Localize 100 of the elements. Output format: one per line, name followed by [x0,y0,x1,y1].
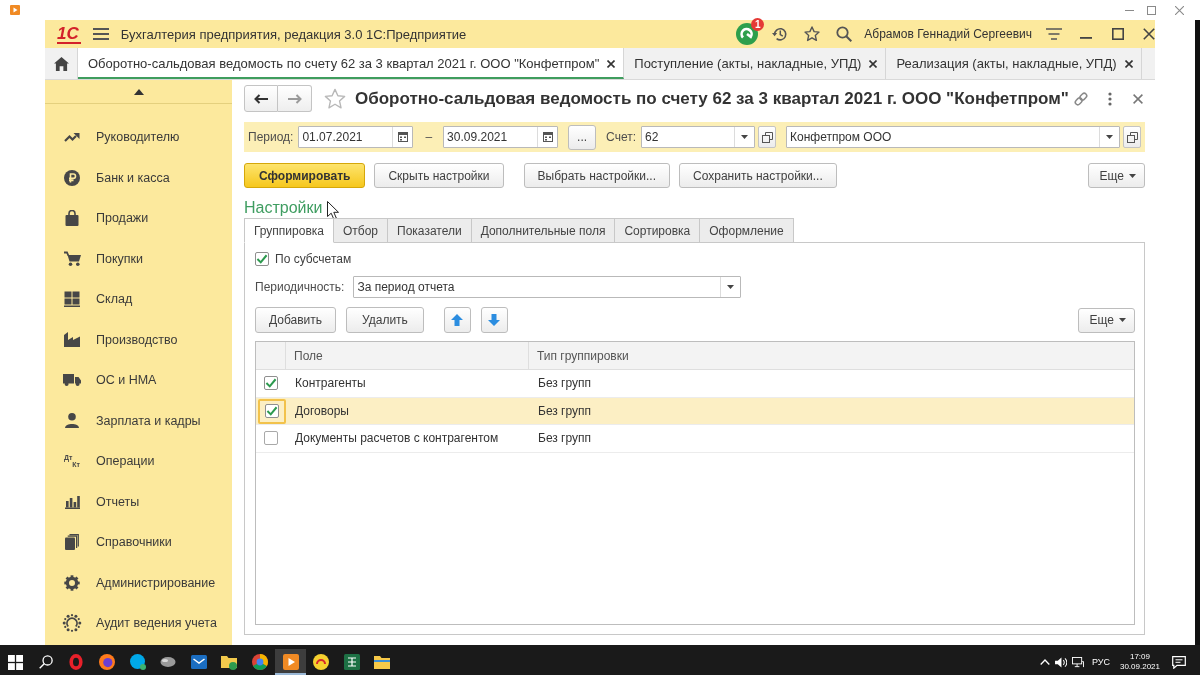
bubble-icon [129,654,146,670]
arrow-up-icon [451,314,464,326]
tab[interactable]: Дополнительные поля [471,218,616,243]
settings-button[interactable]: Скрыть настройки [374,163,504,188]
sidebar-item[interactable]: Справочники [45,522,232,563]
checkbox[interactable] [264,431,278,446]
tab[interactable]: Оборотно-сальдовая ведомость по счету 62 за 3 квартал 2021 г. ООО "Конфетпром" [78,48,625,79]
arrow-left-icon [254,93,268,104]
chevron-up-icon[interactable] [1039,659,1050,665]
settings-button[interactable]: Выбрать настройки... [523,163,670,188]
account-field[interactable]: 62 [641,126,755,148]
star-icon[interactable] [324,87,346,110]
column-header[interactable]: Тип группировки [529,342,1134,369]
calendar-icon [542,132,553,142]
window-title: Бухгалтерия предприятия, редакция 3.0 1С:Предприятие [120,26,467,42]
four-squares-icon[interactable] [7,654,23,670]
open-button[interactable] [1123,126,1141,148]
table-row[interactable]: Документы расчетов с контрагентом Без групп [256,425,1134,453]
sidebar-item[interactable]: Отчеты [45,481,232,522]
tab[interactable]: Отбор [334,218,389,243]
grid-icon [64,291,80,308]
maximize-icon[interactable] [1112,28,1124,40]
maximize-icon[interactable] [1147,5,1156,15]
tab[interactable]: Группировка [244,218,334,243]
column-header[interactable]: Поле [286,342,529,369]
clock-time[interactable]: 17:09 [1129,652,1150,662]
bag-icon [65,210,79,227]
search-icon[interactable] [836,26,853,42]
generate-button[interactable]: Сформировать [244,163,366,188]
more-button[interactable]: Еще [1077,307,1135,333]
caret-up-icon[interactable] [133,88,144,95]
sidebar-item[interactable]: Банк и касса [45,157,232,198]
checkbox-label[interactable]: По субсчетам [275,252,352,266]
close-icon[interactable] [607,59,616,68]
sidebar-item[interactable]: Аудит ведения учета [45,603,232,644]
table-command-button[interactable]: Удалить [346,307,424,333]
dotted-ring-icon [62,613,82,634]
tab[interactable]: Реализация (акты, накладные, УПД) [886,48,1142,79]
gear-icon [64,574,80,591]
taskbar-button[interactable] [275,649,306,675]
minimize-icon[interactable] [1125,9,1134,11]
checkbox[interactable] [255,252,269,266]
date-field[interactable]: 01.07.2021 [298,126,414,148]
move-down-button[interactable] [480,307,508,333]
sidebar-item[interactable]: ОС и НМА [45,360,232,401]
table-cell-text: Договоры [294,402,350,420]
user-name[interactable]: Абрамов Геннадий Сергеевич [864,27,1032,41]
sidebar-item[interactable]: Продажи [45,198,232,239]
close-icon[interactable] [869,59,878,68]
coin-icon [64,169,80,186]
factory-icon [64,332,80,348]
play-icon [10,5,20,15]
close-icon[interactable] [1143,28,1155,40]
play-icon [282,654,299,670]
truck-icon [63,374,81,387]
periodicity-field[interactable]: За период отчета [353,276,742,298]
sidebar-item[interactable]: Склад [45,279,232,320]
history-icon[interactable] [772,26,789,42]
search-icon[interactable] [38,655,53,669]
table-row[interactable]: Договоры Без групп [256,397,1134,425]
date-field[interactable]: 30.09.2021 [443,126,559,148]
field-label: Счет: [606,130,636,144]
period-button[interactable]: ... [568,124,597,150]
message-icon[interactable] [1172,655,1186,669]
form-title: Оборотно-сальдовая ведомость по счету 62 за 3 квартал 2021 г. ООО "Конфетпром" [355,88,1069,109]
tab[interactable]: Поступление (акты, накладные, УПД) [624,48,887,79]
checkbox[interactable] [264,376,278,391]
link-icon[interactable] [1073,90,1089,107]
language-indicator[interactable]: РУС [1091,657,1110,667]
table-cell-text: Документы расчетов с контрагентом [294,430,500,448]
more-button[interactable]: Еще [1087,163,1145,188]
back-button[interactable] [244,85,278,112]
table-command-button[interactable]: Добавить [255,307,337,333]
checkbox[interactable] [265,404,279,419]
close-icon[interactable] [1124,59,1133,68]
menu-icon[interactable] [92,28,109,40]
tab[interactable]: Сортировка [615,218,701,243]
sidebar-item[interactable]: Зарплата и кадры [45,400,232,441]
menu-lines-icon[interactable] [1046,28,1062,40]
table-row[interactable]: Контрагенты Без групп [256,370,1134,398]
tab[interactable]: Показатели [388,218,472,243]
speaker-icon[interactable] [1054,656,1067,668]
caret-icon [741,135,748,139]
star-icon[interactable] [804,26,821,42]
sidebar-item[interactable]: Покупки [45,238,232,279]
network-icon[interactable] [1071,656,1084,668]
tab[interactable]: Оформление [700,218,794,243]
clock-date[interactable]: 30.09.2021 [1119,662,1160,672]
caret-icon [727,285,735,289]
settings-button[interactable]: Сохранить настройки... [679,163,837,188]
folder-icon [374,654,391,670]
sidebar-item[interactable]: Администрирование [45,562,232,603]
checkmark-icon [256,254,268,264]
sidebar-item[interactable]: Производство [45,319,232,360]
open-button[interactable] [758,126,776,148]
more-icon[interactable] [1108,91,1112,106]
organization-field[interactable]: Конфетпром ООО [786,126,1120,148]
calendar-icon [397,132,408,142]
sidebar-item[interactable]: Руководителю [45,117,232,158]
move-up-button[interactable] [443,307,471,333]
